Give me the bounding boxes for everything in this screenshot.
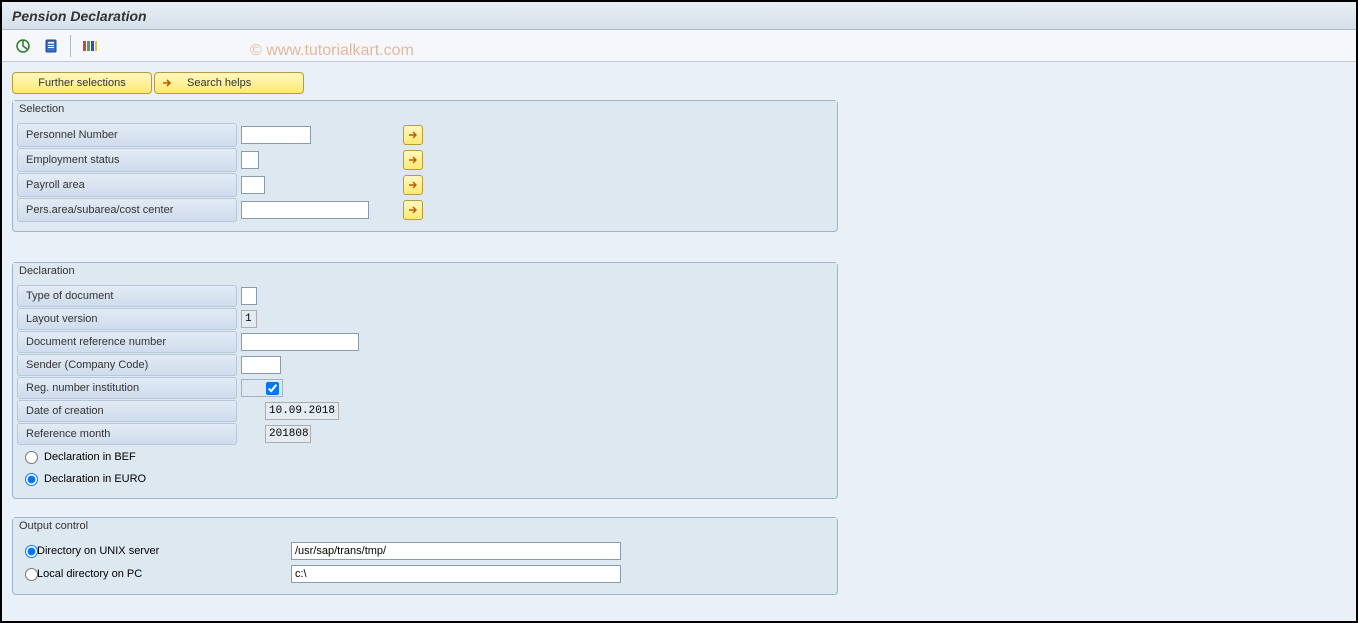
unix-dir-row: Directory on UNIX server [17,540,833,562]
employment-status-multi-button[interactable] [403,150,423,170]
app-toolbar [2,30,1356,62]
date-of-creation-label: Date of creation [17,400,237,422]
layout-version-label: Layout version [17,308,237,330]
unix-dir-label: Directory on UNIX server [33,545,291,557]
reference-month-row: Reference month 201808 [17,423,833,445]
declaration-euro-label: Declaration in EURO [44,473,146,485]
further-selections-label: Further selections [38,77,125,89]
reg-number-inst-checkbox[interactable] [266,382,279,395]
output-control-group: Output control Directory on UNIX server … [12,517,838,595]
personnel-number-label: Personnel Number [17,123,237,147]
declaration-euro-row[interactable]: Declaration in EURO [17,468,833,490]
selection-group-title: Selection [13,101,837,119]
selection-group: Selection Personnel Number Employment st… [12,100,838,232]
title-bar: Pension Declaration [2,2,1356,30]
employment-status-input[interactable] [241,151,259,169]
further-selections-button[interactable]: Further selections [12,72,152,94]
declaration-bef-row[interactable]: Declaration in BEF [17,446,833,468]
personnel-number-multi-button[interactable] [403,125,423,145]
info-icon[interactable] [40,35,62,57]
sender-label: Sender (Company Code) [17,354,237,376]
layout-version-value: 1 [241,310,257,328]
reg-number-inst-row: Reg. number institution [17,377,833,399]
unix-dir-input[interactable] [291,542,621,560]
date-of-creation-value: 10.09.2018 [265,402,339,420]
declaration-bef-label: Declaration in BEF [44,451,136,463]
doc-ref-number-label: Document reference number [17,331,237,353]
search-helps-label: Search helps [187,77,251,89]
sender-row: Sender (Company Code) [17,354,833,376]
reference-month-value: 201808 [265,425,311,443]
pers-area-label: Pers.area/subarea/cost center [17,198,237,222]
button-row: Further selections Search helps [12,72,1346,94]
declaration-group-title: Declaration [13,263,837,281]
output-control-group-title: Output control [13,518,837,536]
payroll-area-input[interactable] [241,176,265,194]
arrow-right-icon [161,77,173,89]
execute-icon[interactable] [12,35,34,57]
date-of-creation-row: Date of creation 10.09.2018 [17,400,833,422]
type-of-document-row: Type of document [17,285,833,307]
sender-input[interactable] [241,356,281,374]
layout-version-row: Layout version 1 [17,308,833,330]
main-area: Further selections Search helps Selectio… [2,62,1356,621]
payroll-area-row: Payroll area [17,173,833,197]
personnel-number-row: Personnel Number [17,123,833,147]
type-of-document-input[interactable] [241,287,257,305]
page-title: Pension Declaration [12,8,147,24]
declaration-bef-radio[interactable] [25,451,38,464]
reg-number-inst-label: Reg. number institution [17,377,237,399]
pers-area-row: Pers.area/subarea/cost center [17,198,833,222]
toolbar-divider [70,35,71,57]
pers-area-input[interactable] [241,201,369,219]
doc-ref-number-input[interactable] [241,333,359,351]
search-helps-button[interactable]: Search helps [154,72,304,94]
pc-dir-input[interactable] [291,565,621,583]
type-of-document-label: Type of document [17,285,237,307]
payroll-area-label: Payroll area [17,173,237,197]
pc-dir-row: Local directory on PC [17,563,833,585]
pers-area-multi-button[interactable] [403,200,423,220]
personnel-number-input[interactable] [241,126,311,144]
doc-ref-number-row: Document reference number [17,331,833,353]
reg-number-inst-cell [241,379,283,397]
pc-dir-label: Local directory on PC [33,568,291,580]
declaration-euro-radio[interactable] [25,473,38,486]
payroll-area-multi-button[interactable] [403,175,423,195]
employment-status-row: Employment status [17,148,833,172]
reference-month-label: Reference month [17,423,237,445]
variant-icon[interactable] [79,35,101,57]
employment-status-label: Employment status [17,148,237,172]
declaration-group: Declaration Type of document Layout vers… [12,262,838,499]
